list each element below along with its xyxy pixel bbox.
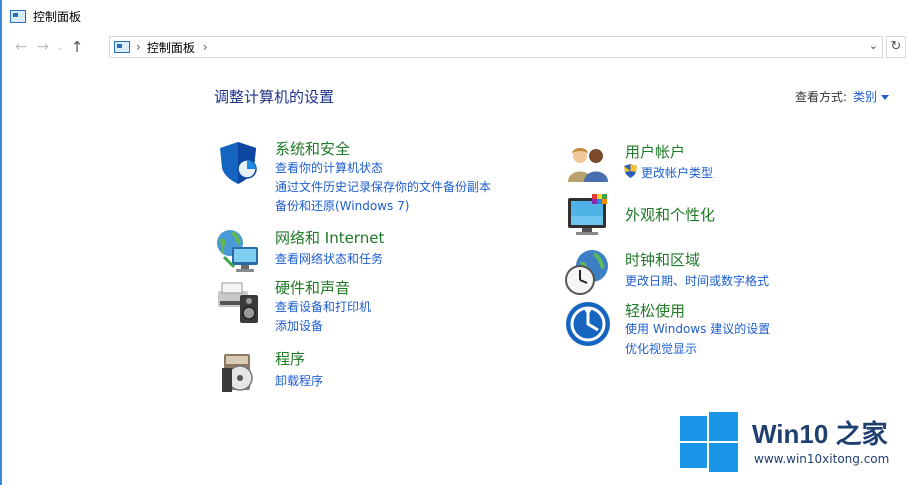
recent-locations-icon[interactable]: ⌄ xyxy=(54,43,66,52)
link-devices-printers[interactable]: 查看设备和打印机 xyxy=(275,298,371,315)
back-arrow-icon[interactable]: ← xyxy=(10,39,32,55)
address-bar[interactable]: › 控制面板 › ⌄ xyxy=(109,36,883,58)
forward-arrow-icon[interactable]: → xyxy=(32,39,54,55)
page-title: 调整计算机的设置 xyxy=(214,88,335,106)
monitor-colors-icon[interactable] xyxy=(564,190,612,238)
windows-logo-icon xyxy=(678,412,740,474)
link-optimize-visual-display[interactable]: 优化视觉显示 xyxy=(625,340,697,357)
watermark: Win10 之家 www.win10xitong.com xyxy=(678,412,910,485)
category-title[interactable]: 硬件和声音 xyxy=(275,277,350,298)
breadcrumb-control-panel[interactable]: 控制面板 xyxy=(147,39,195,56)
category-title[interactable]: 外观和个性化 xyxy=(625,204,715,225)
category-title[interactable]: 程序 xyxy=(275,348,305,369)
address-dropdown-icon[interactable]: ⌄ xyxy=(869,39,878,52)
users-icon[interactable] xyxy=(564,140,612,188)
link-file-history[interactable]: 通过文件历史记录保存你的文件备份副本 xyxy=(275,178,491,195)
category-title[interactable]: 网络和 Internet xyxy=(275,227,384,248)
link-change-account-type[interactable]: 更改帐户类型 xyxy=(641,164,713,181)
watermark-brand: Win10 之家 xyxy=(752,414,888,451)
link-change-date-time-format[interactable]: 更改日期、时间或数字格式 xyxy=(625,272,769,289)
ease-of-access-icon[interactable] xyxy=(564,300,612,348)
watermark-url: www.win10xitong.com xyxy=(754,452,890,466)
navigation-bar: ← → ⌄ ↑ › 控制面板 › ⌄ ↻ xyxy=(2,32,910,62)
view-by: 查看方式: 类别 xyxy=(795,88,890,105)
view-by-dropdown[interactable]: 类别 xyxy=(853,90,877,104)
printer-speaker-icon[interactable] xyxy=(214,277,262,325)
control-panel-icon xyxy=(114,41,130,53)
uac-shield-icon xyxy=(624,164,637,178)
link-add-device[interactable]: 添加设备 xyxy=(275,317,323,334)
programs-disc-icon[interactable] xyxy=(214,348,262,396)
link-backup-restore[interactable]: 备份和还原(Windows 7) xyxy=(275,197,409,214)
clock-globe-icon[interactable] xyxy=(564,248,612,296)
category-title[interactable]: 轻松使用 xyxy=(625,300,685,321)
view-by-label: 查看方式: xyxy=(795,90,848,104)
refresh-icon[interactable]: ↻ xyxy=(886,36,906,58)
shield-icon[interactable] xyxy=(214,138,262,186)
chevron-down-icon[interactable] xyxy=(881,95,890,100)
control-panel-icon xyxy=(10,9,26,23)
title-bar: 控制面板 xyxy=(2,0,910,32)
category-title[interactable]: 用户帐户 xyxy=(625,141,685,162)
window-left-edge xyxy=(0,0,2,485)
breadcrumb-separator[interactable]: › xyxy=(136,40,141,54)
link-windows-recommended-settings[interactable]: 使用 Windows 建议的设置 xyxy=(625,320,770,337)
link-uninstall-program[interactable]: 卸载程序 xyxy=(275,372,323,389)
breadcrumb-separator[interactable]: › xyxy=(203,40,208,54)
category-title[interactable]: 系统和安全 xyxy=(275,138,350,159)
watermark-brand-name: Win10 xyxy=(752,419,829,449)
window-title: 控制面板 xyxy=(33,9,82,24)
network-globe-icon[interactable] xyxy=(214,227,262,275)
link-view-computer-status[interactable]: 查看你的计算机状态 xyxy=(275,159,383,176)
link-network-status[interactable]: 查看网络状态和任务 xyxy=(275,250,383,267)
up-arrow-icon[interactable]: ↑ xyxy=(66,38,88,56)
watermark-brand-suffix: 之家 xyxy=(835,419,888,449)
category-title[interactable]: 时钟和区域 xyxy=(625,249,700,270)
